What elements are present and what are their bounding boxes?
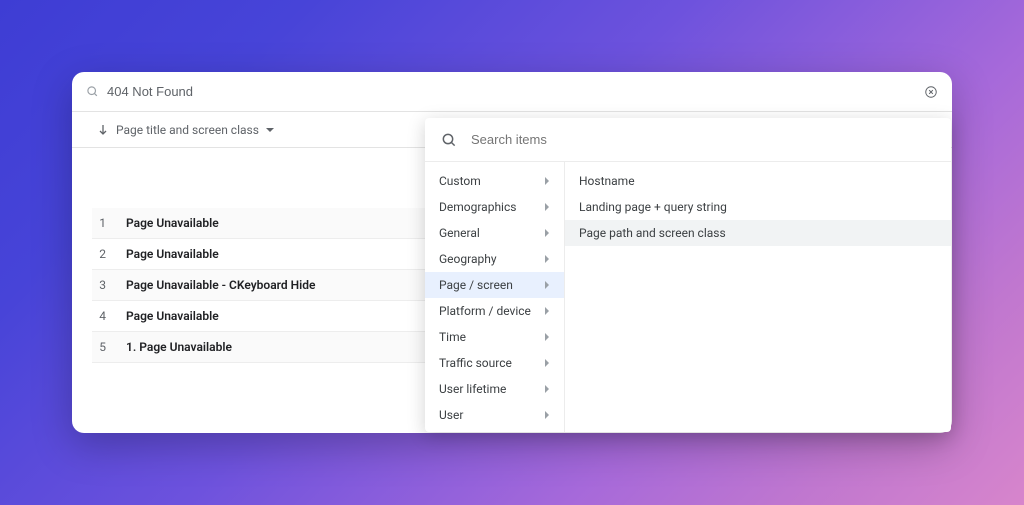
search-icon [86,85,99,98]
dropdown-search-input[interactable] [471,132,935,147]
row-index: 4 [92,301,120,332]
chevron-right-icon [544,306,550,316]
dropdown-search-bar [425,118,951,162]
clear-icon[interactable] [924,85,938,99]
category-column: Custom Demographics General Geography Pa… [425,162,565,432]
chevron-right-icon [544,280,550,290]
top-search-input[interactable] [107,84,916,99]
category-label: Page / screen [439,278,513,292]
row-index: 1 [92,208,120,239]
category-geography[interactable]: Geography [425,246,564,272]
subitem-label: Hostname [579,174,635,188]
category-label: User lifetime [439,382,506,396]
row-index: 2 [92,239,120,270]
chevron-right-icon [544,176,550,186]
subitem-hostname[interactable]: Hostname [565,168,951,194]
category-platform-device[interactable]: Platform / device [425,298,564,324]
search-icon [441,132,457,148]
row-index: 5 [92,332,120,363]
subitem-label: Landing page + query string [579,200,727,214]
chevron-right-icon [544,410,550,420]
sort-down-icon [98,124,108,136]
top-search-bar [72,72,952,112]
category-user-lifetime[interactable]: User lifetime [425,376,564,402]
category-traffic-source[interactable]: Traffic source [425,350,564,376]
category-label: Geography [439,252,497,266]
row-index: 3 [92,270,120,301]
category-label: Demographics [439,200,516,214]
chevron-right-icon [544,384,550,394]
category-user[interactable]: User [425,402,564,428]
dimension-label: Page title and screen class [116,123,259,137]
subitem-landing-page[interactable]: Landing page + query string [565,194,951,220]
category-label: Custom [439,174,481,188]
chevron-right-icon [544,358,550,368]
category-demographics[interactable]: Demographics [425,194,564,220]
category-label: User [439,408,463,422]
category-label: General [439,226,480,240]
chevron-right-icon [544,202,550,212]
category-label: Platform / device [439,304,531,318]
category-time[interactable]: Time [425,324,564,350]
dimension-picker-dropdown: Custom Demographics General Geography Pa… [425,118,951,432]
category-general[interactable]: General [425,220,564,246]
category-custom[interactable]: Custom [425,168,564,194]
chevron-right-icon [544,254,550,264]
subitem-page-path[interactable]: Page path and screen class [565,220,951,246]
subitem-column: Hostname Landing page + query string Pag… [565,162,951,432]
chevron-right-icon [544,228,550,238]
subitem-label: Page path and screen class [579,226,726,240]
category-label: Time [439,330,466,344]
category-label: Traffic source [439,356,512,370]
caret-down-icon [265,127,275,133]
category-page-screen[interactable]: Page / screen [425,272,564,298]
chevron-right-icon [544,332,550,342]
